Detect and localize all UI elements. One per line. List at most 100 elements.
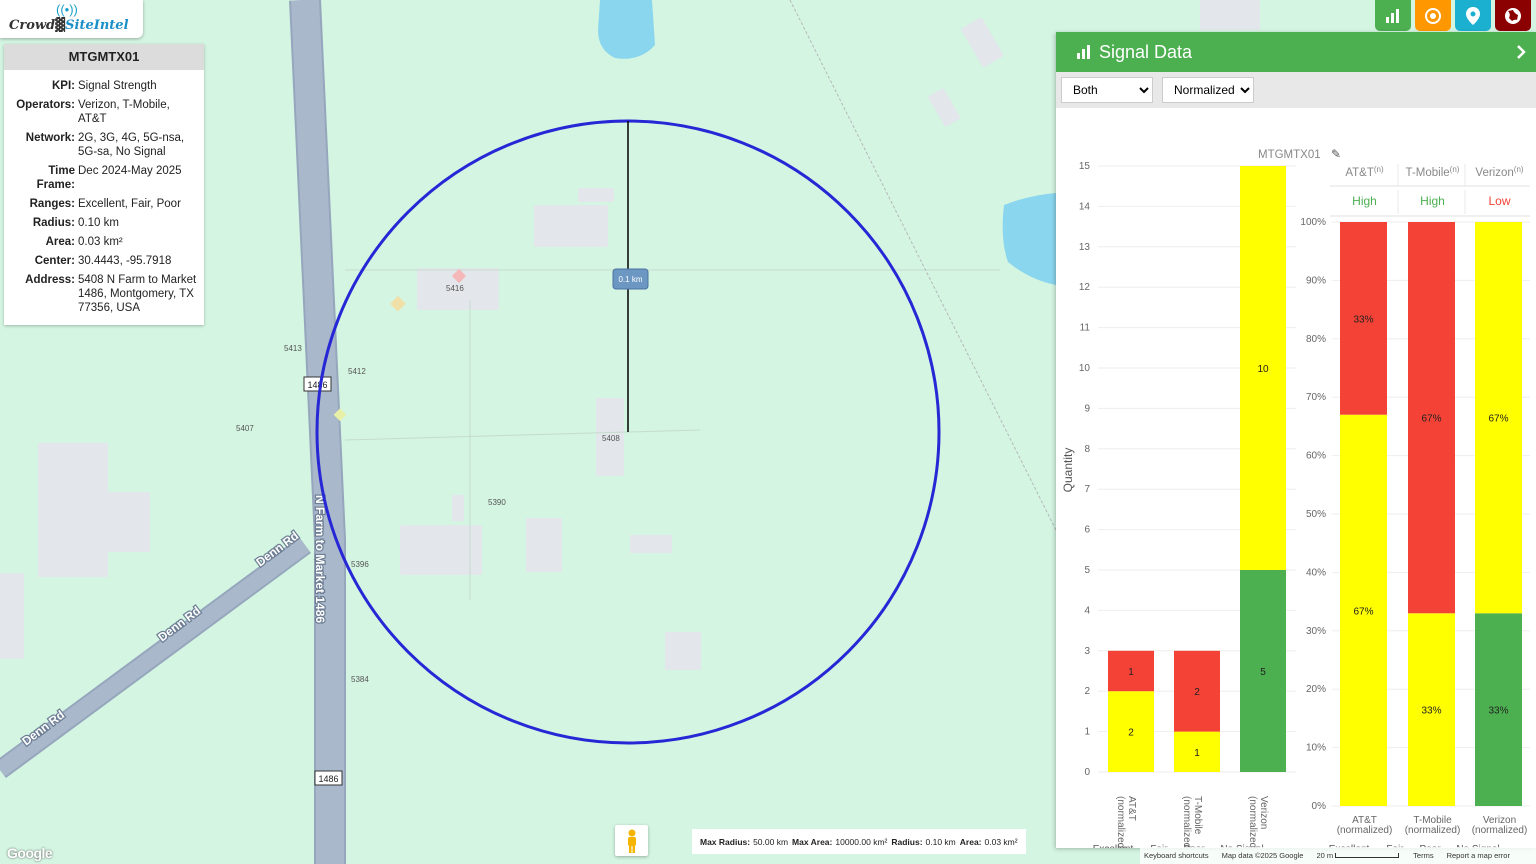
x-tick-label: AT&T(normalized) — [1337, 815, 1393, 836]
bar-data-label: 2 — [1128, 728, 1134, 739]
info-row: Radius: 0.10 km — [8, 216, 198, 230]
y-tick-label: 30% — [1306, 626, 1326, 637]
info-value: Signal Strength — [78, 80, 157, 92]
keyboard-shortcuts-link[interactable]: Keyboard shortcuts — [1144, 851, 1209, 860]
y-tick-label: 70% — [1306, 392, 1326, 403]
address-label: 5408 — [602, 434, 620, 443]
info-key: Network: — [25, 132, 75, 144]
bar-data-label: 33% — [1353, 314, 1373, 325]
info-row: Time Frame: Dec 2024-May 2025 — [8, 164, 198, 192]
bar-data-label: 5 — [1260, 667, 1266, 678]
address-label: 5384 — [351, 675, 369, 684]
y-tick-label: 13 — [1079, 242, 1091, 253]
info-key: Time Frame: — [36, 165, 75, 191]
report-error-link[interactable]: Report a map error — [1447, 851, 1510, 860]
pond-north — [598, 0, 655, 59]
info-key: Ranges: — [29, 198, 75, 210]
edit-icon: ✎ — [1331, 147, 1341, 161]
info-row: KPI: Signal Strength — [8, 79, 198, 93]
view-select[interactable]: Normalized — [1162, 77, 1254, 103]
y-tick-label: 40% — [1306, 567, 1326, 578]
x-tick-label: Verizon(normalized) — [1247, 796, 1269, 848]
bar-chart-icon — [1386, 8, 1399, 23]
globe-pin-icon — [1505, 7, 1521, 24]
scale-info-key: Max Area: — [792, 836, 833, 847]
mode-select[interactable]: Both — [1061, 77, 1153, 103]
info-value: Verizon, T-Mobile, AT&T — [78, 99, 170, 125]
x-tick-label: T-Mobile(normalized) — [1181, 796, 1203, 848]
info-key: Address: — [25, 274, 75, 286]
logo-text: Crowd▓SiteIntel — [9, 18, 129, 33]
antenna-icon: ((•)) — [56, 2, 78, 17]
y-tick-label: 20% — [1306, 684, 1326, 695]
info-row: Operators: Verizon, T-Mobile, AT&T — [8, 98, 198, 126]
chevron-right-icon[interactable] — [1516, 44, 1526, 60]
target-button[interactable] — [1415, 0, 1451, 31]
pegman-icon — [627, 829, 636, 853]
bar-data-label: 67% — [1421, 414, 1441, 425]
address-label: 5407 — [236, 424, 254, 433]
y-tick-label: 50% — [1306, 509, 1326, 520]
x-tick-label: Verizon(normalized) — [1472, 815, 1528, 836]
google-logo: Google — [7, 845, 53, 861]
y-tick-label: 3 — [1084, 646, 1090, 657]
target-icon — [1425, 7, 1441, 24]
y-tick-label: 8 — [1084, 444, 1090, 455]
map-data-label: Map data ©2025 Google — [1221, 851, 1304, 860]
scale-info-value: 0.03 km² — [984, 836, 1018, 847]
site-label: MTGMTX01 — [1258, 149, 1321, 161]
road-label-fm1486: N Farm to Market 1486 — [313, 495, 327, 623]
radius-info-box: Max Radius: 50.00 km Max Area: 10000.00 km²… — [692, 829, 1026, 854]
pin-button[interactable] — [1455, 0, 1491, 31]
info-value: 0.10 km — [78, 217, 119, 229]
panel-title: Signal Data — [1099, 41, 1193, 62]
bar-data-label: 1 — [1128, 667, 1134, 678]
y-tick-label: 6 — [1084, 525, 1090, 536]
info-key: Radius: — [32, 217, 75, 229]
top-toolbar — [1375, 0, 1531, 31]
site-info-body: KPI: Signal Strength Operators: Verizon, T-… — [4, 70, 204, 325]
street-view-pegman[interactable] — [615, 825, 648, 856]
y-tick-label: 60% — [1306, 451, 1326, 462]
info-key: Center: — [34, 255, 75, 267]
scale-bar — [1335, 853, 1400, 858]
info-row: Ranges: Excellent, Fair, Poor — [8, 197, 198, 211]
y-tick-label: 1 — [1084, 727, 1090, 738]
legend-label: Excellent — [1093, 844, 1134, 848]
operator-rating: High — [1352, 194, 1377, 208]
map-attribution: Keyboard shortcuts Map data ©2025 Google… — [1140, 847, 1536, 864]
app-logo[interactable]: ((•)) Crowd▓SiteIntel — [0, 0, 143, 38]
info-value: 2G, 3G, 4G, 5G-nsa, 5G-sa, No Signal — [78, 132, 185, 158]
y-tick-label: 0 — [1084, 767, 1090, 778]
chart-button[interactable] — [1375, 0, 1411, 31]
address-label: 5412 — [348, 367, 366, 376]
y-tick-label: 2 — [1084, 686, 1090, 697]
signal-charts: MTGMTX01 ✎0123456789101112131415Quantity2… — [1061, 147, 1530, 848]
scale-info-key: Radius: — [891, 836, 923, 847]
operator-header: T-Mobile(n) — [1406, 165, 1460, 179]
terms-link[interactable]: Terms — [1413, 851, 1433, 860]
bar-data-label: 67% — [1488, 414, 1508, 425]
info-value: Dec 2024-May 2025 — [78, 165, 182, 177]
panel-header: Signal Data — [1056, 32, 1536, 72]
bar-data-label: 33% — [1421, 706, 1441, 717]
y-tick-label: 11 — [1080, 323, 1091, 334]
x-tick-label: AT&T(normalized) — [1115, 796, 1137, 848]
bar-data-label: 2 — [1194, 687, 1200, 698]
scale-info-key: Area: — [959, 836, 982, 847]
scale-label: 20 m — [1316, 851, 1334, 860]
y-tick-label: 80% — [1306, 334, 1326, 345]
bar-chart-icon — [1077, 45, 1090, 59]
route-shield: 1486 — [314, 770, 343, 786]
operator-rating: High — [1420, 194, 1445, 208]
y-axis-title: Quantity — [1061, 448, 1075, 493]
site-info-title: MTGMTX01 — [4, 44, 204, 70]
y-tick-label: 15 — [1079, 161, 1091, 172]
globe-button[interactable] — [1495, 0, 1531, 31]
y-tick-label: 10% — [1306, 743, 1326, 754]
scale-info-value: 0.10 km — [925, 836, 956, 847]
signal-data-panel: Signal Data Both Normalized MTGMTX01 ✎ 0 1 2… — [1056, 32, 1536, 848]
site-info-panel: MTGMTX01 KPI: Signal Strength Operators: Ve… — [4, 44, 204, 325]
info-value: Excellent, Fair, Poor — [78, 198, 181, 210]
info-row: Network: 2G, 3G, 4G, 5G-nsa, 5G-sa, No Si… — [8, 131, 198, 159]
